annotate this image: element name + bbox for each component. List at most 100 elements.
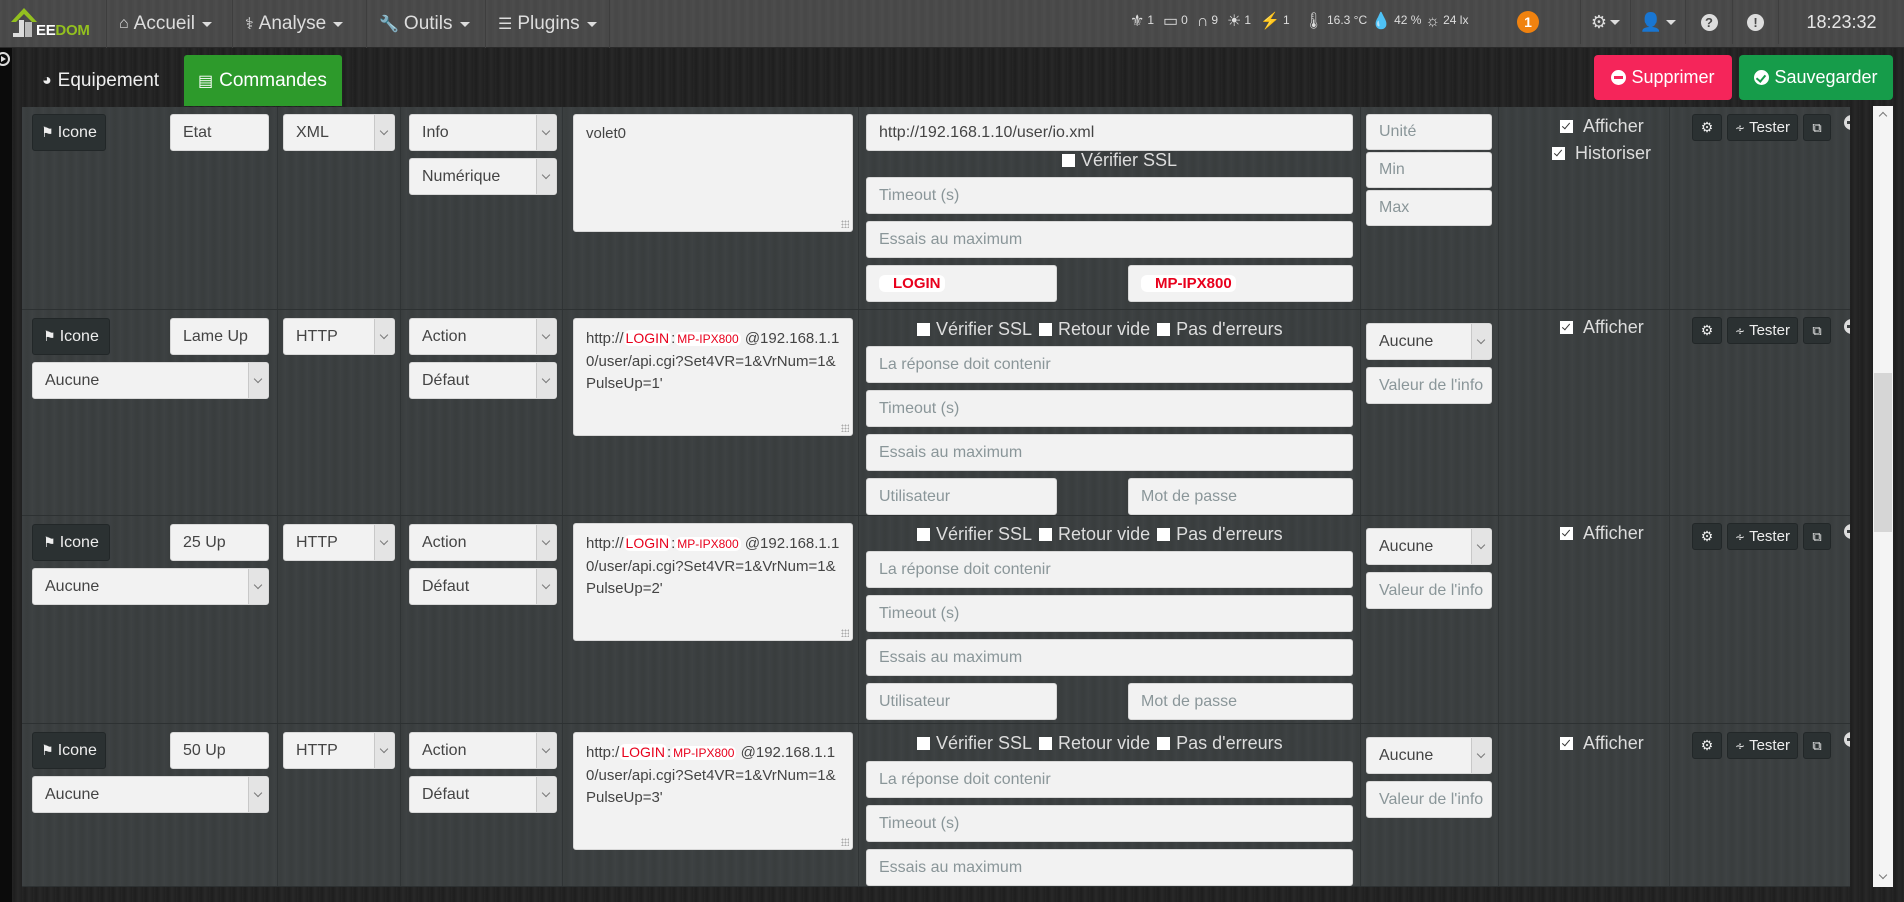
duplicate-button[interactable]: ⧉ <box>1803 317 1831 344</box>
response-contains-input[interactable]: La réponse doit contenir <box>866 761 1353 798</box>
info-value-input[interactable]: Valeur de l'info <box>1366 781 1492 818</box>
stat-shutter[interactable]: ∩ 9 <box>1197 13 1218 31</box>
stat-temperature[interactable]: 🌡 16.3 °C <box>1304 13 1367 31</box>
no-errors-checkbox[interactable] <box>1157 323 1171 336</box>
subtype-select[interactable]: Défaut <box>409 362 557 399</box>
request-textarea[interactable]: volet0 <box>573 114 853 232</box>
icon-button[interactable]: ⚑ Icone <box>32 524 110 561</box>
nav-accueil[interactable]: ⌂ Accueil <box>106 0 224 48</box>
tab-equipement[interactable]: ◕ Equipement <box>28 55 173 106</box>
password-input[interactable]: Mot de passe <box>1128 683 1353 720</box>
remove-command-icon[interactable] <box>1844 115 1850 130</box>
request-type-select[interactable]: HTTP <box>283 318 395 355</box>
max-retries-input[interactable]: Essais au maximum <box>866 639 1353 676</box>
request-textarea[interactable]: http://LOGIN: MP-IPX800 @192.168.1.10/use… <box>573 318 853 436</box>
advanced-config-button[interactable]: ⚙ <box>1692 523 1722 550</box>
timeout-input[interactable]: Timeout (s) <box>866 390 1353 427</box>
verify-ssl-checkbox[interactable] <box>917 323 930 336</box>
test-button[interactable]: ∻ Tester <box>1727 732 1798 759</box>
nav-plugins[interactable]: ☰ Plugins <box>485 0 610 48</box>
subtype-select[interactable]: Numérique <box>409 158 557 195</box>
icon-button[interactable]: ⚑ Icone <box>32 114 106 151</box>
vertical-scrollbar[interactable] <box>1873 106 1893 887</box>
command-name-input[interactable]: 50 Up <box>170 732 269 769</box>
remove-command-icon[interactable] <box>1844 732 1850 747</box>
show-checkbox[interactable]: Afficher <box>1560 317 1644 338</box>
save-button[interactable]: Sauvegarder <box>1739 55 1893 100</box>
checkbox-checked[interactable] <box>1552 147 1565 160</box>
resize-grip-icon[interactable] <box>841 629 849 637</box>
icon-button[interactable]: ⚑ Icone <box>32 318 110 355</box>
request-type-select[interactable]: HTTP <box>283 732 395 769</box>
timeout-input[interactable]: Timeout (s) <box>866 177 1353 214</box>
type-select[interactable]: Action <box>409 524 557 561</box>
info-value-input[interactable]: Valeur de l'info <box>1366 572 1492 609</box>
notification-badge[interactable]: 1 <box>1517 11 1539 33</box>
value-select[interactable]: Aucune <box>1366 737 1492 774</box>
tab-commandes[interactable]: ▤ Commandes <box>184 55 342 106</box>
stat-plug[interactable]: ⚡ 1 <box>1260 13 1290 31</box>
empty-return-checkbox[interactable] <box>1039 323 1053 336</box>
nav-alert-button[interactable]: ! <box>1732 0 1778 44</box>
test-button[interactable]: ∻ Tester <box>1727 114 1798 141</box>
checkbox-checked[interactable] <box>1560 527 1573 540</box>
advanced-config-button[interactable]: ⚙ <box>1692 317 1722 344</box>
scroll-up-icon[interactable] <box>1873 106 1893 124</box>
info-value-input[interactable]: Valeur de l'info <box>1366 367 1492 404</box>
request-type-select[interactable]: XML <box>283 114 395 151</box>
resize-grip-icon[interactable] <box>841 424 849 432</box>
max-retries-input[interactable]: Essais au maximum <box>866 221 1353 258</box>
timeout-input[interactable]: Timeout (s) <box>866 805 1353 842</box>
verify-ssl-checkbox[interactable]: Vérifier SSL <box>1062 150 1177 171</box>
verify-ssl-checkbox[interactable] <box>917 737 930 750</box>
min-input[interactable]: Min <box>1366 152 1492 188</box>
show-checkbox[interactable]: Afficher <box>1560 116 1644 137</box>
test-button[interactable]: ∻ Tester <box>1727 523 1798 550</box>
historize-checkbox[interactable]: Historiser <box>1552 143 1651 164</box>
command-name-input[interactable]: Etat <box>170 114 269 151</box>
checkbox-checked[interactable] <box>1560 737 1573 750</box>
subtype-select[interactable]: Défaut <box>409 568 557 605</box>
stat-alarm[interactable]: ⚜ 1 <box>1130 13 1154 31</box>
scroll-down-icon[interactable] <box>1873 869 1893 887</box>
user-input[interactable]: Utilisateur <box>866 478 1057 515</box>
stat-luminosity[interactable]: ☼ 24 lx <box>1425 13 1468 31</box>
show-checkbox[interactable]: Afficher <box>1560 523 1644 544</box>
nav-help-button[interactable]: ? <box>1685 0 1732 44</box>
resize-grip-icon[interactable] <box>841 220 849 228</box>
scrollbar-thumb[interactable] <box>1874 373 1892 532</box>
generic-type-select[interactable]: Aucune <box>32 568 269 605</box>
nav-outils[interactable]: 🔧 Outils <box>366 0 482 48</box>
generic-type-select[interactable]: Aucune <box>32 776 269 813</box>
jeedom-logo[interactable]: EEDOM <box>6 4 110 44</box>
checkbox-checked[interactable] <box>1560 321 1573 334</box>
password-input[interactable]: Mot de passe <box>1128 478 1353 515</box>
response-contains-input[interactable]: La réponse doit contenir <box>866 346 1353 383</box>
subtype-select[interactable]: Défaut <box>409 776 557 813</box>
nav-analyse[interactable]: ⚕ Analyse <box>232 0 355 48</box>
stat-humidity[interactable]: 💧 42 % <box>1371 13 1421 31</box>
no-errors-checkbox[interactable] <box>1157 528 1171 541</box>
command-name-input[interactable]: 25 Up <box>170 524 269 561</box>
request-type-select[interactable]: HTTP <box>283 524 395 561</box>
duplicate-button[interactable]: ⧉ <box>1803 732 1831 759</box>
no-errors-checkbox[interactable] <box>1157 737 1171 750</box>
remove-command-icon[interactable] <box>1844 524 1850 539</box>
max-retries-input[interactable]: Essais au maximum <box>866 434 1353 471</box>
url-input[interactable]: http://192.168.1.10/user/io.xml <box>866 114 1353 151</box>
max-retries-input[interactable]: Essais au maximum <box>866 849 1353 886</box>
nav-settings-menu[interactable]: ⚙ <box>1580 0 1630 44</box>
response-contains-input[interactable]: La réponse doit contenir <box>866 551 1353 588</box>
remove-command-icon[interactable] <box>1844 319 1850 334</box>
max-input[interactable]: Max <box>1366 190 1492 226</box>
empty-return-checkbox[interactable] <box>1039 737 1053 750</box>
generic-type-select[interactable]: Aucune <box>32 362 269 399</box>
type-select[interactable]: Action <box>409 732 557 769</box>
command-name-input[interactable]: Lame Up <box>170 318 269 355</box>
request-textarea[interactable]: http:/LOGIN: MP-IPX800 @192.168.1.10/user… <box>573 732 853 850</box>
checkbox-checked[interactable] <box>1560 120 1573 133</box>
stat-light[interactable]: ☀ 1 <box>1227 13 1251 31</box>
advanced-config-button[interactable]: ⚙ <box>1692 732 1722 759</box>
resize-grip-icon[interactable] <box>841 838 849 846</box>
request-textarea[interactable]: http://LOGIN: MP-IPX800 @192.168.1.10/use… <box>573 523 853 641</box>
